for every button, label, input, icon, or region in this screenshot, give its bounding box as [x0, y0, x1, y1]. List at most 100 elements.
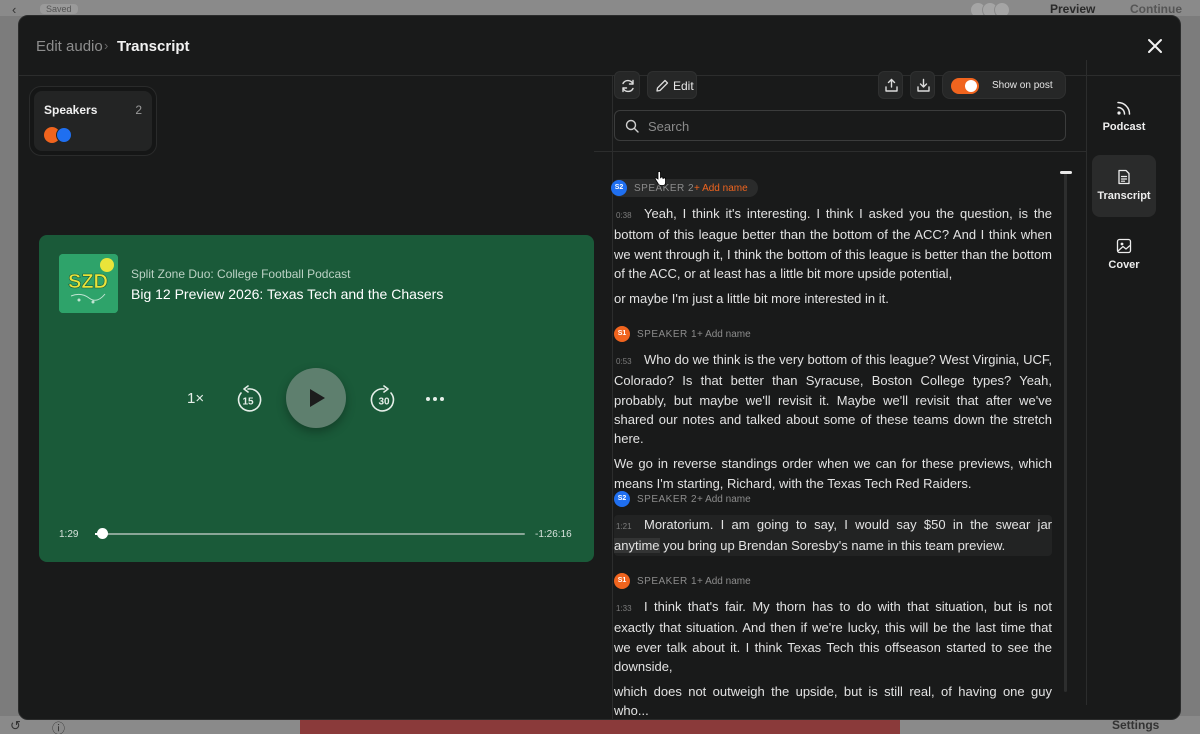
add-name-button[interactable]: + Add name	[697, 494, 751, 505]
play-button[interactable]	[286, 368, 346, 428]
download-button[interactable]	[910, 71, 935, 99]
episode-title: Big 12 Preview 2026: Texas Tech and the …	[131, 286, 444, 302]
progress-knob[interactable]	[97, 528, 109, 539]
transcript-paragraph[interactable]: 1:21 Moratorium. I am going to say, I wou…	[614, 515, 1052, 556]
continue-button: Continue	[1130, 2, 1182, 16]
upload-button[interactable]	[878, 71, 903, 99]
speaker-2-dot	[56, 127, 72, 143]
pencil-icon	[656, 79, 669, 92]
breadcrumb-separator-icon: ›	[104, 38, 109, 53]
svg-text:30: 30	[378, 397, 390, 408]
speaker-row: S1 SPEAKER 1 + Add name	[614, 325, 1052, 343]
speaker-badge: S1	[614, 573, 630, 589]
edit-button[interactable]: Edit	[647, 71, 697, 99]
transcript-paragraph[interactable]: which does not outweigh the upside, but …	[614, 682, 1052, 721]
timestamp[interactable]: 1:21	[614, 517, 640, 536]
remaining-time: -1:26:16	[535, 529, 572, 540]
toggle-knob	[965, 80, 977, 92]
rewind-15-icon: 15	[237, 385, 262, 412]
speaker-name[interactable]: SPEAKER 1	[637, 576, 697, 587]
progress-bar[interactable]	[95, 528, 525, 539]
highlighted-word[interactable]: anytime	[614, 538, 660, 554]
transcript-segment: S2 SPEAKER 2 + Add name 0:38 Yeah, I thin…	[611, 179, 1052, 308]
timestamp[interactable]: 0:53	[614, 352, 640, 371]
speaker-row: S1 SPEAKER 1 + Add name	[614, 572, 1052, 590]
svg-text:15: 15	[242, 397, 254, 408]
more-options-button[interactable]	[424, 390, 446, 408]
forward-30-icon: 30	[370, 385, 395, 412]
rewind-button[interactable]: 15	[233, 385, 263, 415]
scrollbar-thumb[interactable]	[1060, 171, 1072, 174]
speaker-name[interactable]: SPEAKER 1	[637, 329, 697, 340]
search-input[interactable]	[648, 117, 1048, 135]
transcript-paragraph[interactable]: 0:53 Who do we think is the very bottom o…	[614, 350, 1052, 448]
paragraph-text: Moratorium. I am going to say, I would s…	[644, 517, 1052, 532]
breadcrumb-edit-audio[interactable]: Edit audio	[36, 38, 103, 55]
hand-cursor-icon	[654, 171, 666, 186]
speaker-badge: S2	[611, 180, 627, 196]
background-header: ‹ Saved Preview Continue	[0, 0, 1200, 18]
paragraph-text: Who do we think is the very bottom of th…	[614, 352, 1052, 447]
show-on-post-control: Show on post	[942, 71, 1066, 99]
rail-label-podcast: Podcast	[1102, 121, 1146, 133]
collaborator-avatars	[970, 2, 1032, 18]
podcast-cover-art: SZD	[59, 254, 118, 313]
rail-label-cover: Cover	[1108, 259, 1140, 271]
refresh-icon	[622, 79, 634, 93]
search-box	[614, 110, 1066, 141]
preview-button: Preview	[1050, 2, 1096, 16]
paragraph-text: or maybe I'm just a little bit more inte…	[614, 291, 889, 307]
transcript-paragraph[interactable]: 0:38 Yeah, I think it's interesting. I th…	[614, 204, 1052, 283]
settings-button: Settings	[1112, 718, 1160, 732]
speakers-title: Speakers	[44, 103, 98, 117]
rail-item-podcast[interactable]: Podcast	[1092, 86, 1156, 148]
transcript-scrollbar[interactable]	[1064, 172, 1067, 692]
transcript-segment: S1 SPEAKER 1 + Add name 0:53 Who do we th…	[614, 325, 1052, 493]
timestamp[interactable]: 0:38	[614, 206, 640, 225]
sync-button[interactable]	[614, 71, 640, 99]
paragraph-text: which does not outweigh the upside, but …	[614, 684, 1052, 719]
transcript-segment: S1 SPEAKER 1 + Add name 1:33 I think that…	[614, 572, 1052, 721]
transcript-paragraph[interactable]: or maybe I'm just a little bit more inte…	[614, 289, 1052, 308]
download-icon	[917, 78, 930, 92]
rail-divider	[1086, 60, 1087, 705]
playback-speed-button[interactable]: 1×	[187, 390, 204, 407]
speakers-card[interactable]: Speakers 2	[29, 86, 157, 156]
forward-button[interactable]: 30	[369, 385, 399, 415]
add-name-button[interactable]: + Add name	[694, 183, 748, 194]
close-button[interactable]	[1143, 34, 1167, 58]
speaker-name[interactable]: SPEAKER 2	[637, 494, 697, 505]
speaker-row: S2 SPEAKER 2 + Add name	[614, 490, 1052, 508]
background-image	[300, 720, 900, 734]
more-dots-icon	[426, 397, 444, 401]
speaker-row: S2 SPEAKER 2 + Add name	[611, 179, 758, 197]
info-icon: ⓘ	[52, 721, 66, 734]
speaker-badge: S2	[614, 491, 630, 507]
speaker-badge: S1	[614, 326, 630, 342]
search-icon	[625, 119, 639, 133]
rss-icon	[1117, 101, 1131, 115]
add-name-button[interactable]: + Add name	[697, 329, 751, 340]
transcript-segment: S2 SPEAKER 2 + Add name 1:21 Moratorium. …	[614, 490, 1052, 556]
speakers-count: 2	[135, 103, 142, 117]
transcript-paragraph[interactable]: We go in reverse standings order when we…	[614, 454, 1052, 493]
add-name-button[interactable]: + Add name	[697, 576, 751, 587]
timestamp[interactable]: 1:33	[614, 599, 640, 618]
saved-badge: Saved	[40, 4, 78, 14]
podcast-name: Split Zone Duo: College Football Podcast	[131, 267, 351, 281]
show-on-post-label: Show on post	[992, 80, 1053, 91]
back-icon: ‹	[12, 2, 17, 17]
cover-art-text: SZD	[68, 271, 108, 293]
paragraph-text: you bring up Brendan Soresby's name in t…	[659, 538, 1006, 554]
rail-item-cover[interactable]: Cover	[1092, 224, 1156, 286]
show-on-post-toggle[interactable]	[951, 78, 979, 94]
transcript-paragraph[interactable]: 1:33 I think that's fair. My thorn has to…	[614, 597, 1052, 676]
document-icon	[1118, 169, 1130, 185]
audio-player: SZD Split Zone Duo: College Football Pod…	[39, 235, 594, 562]
play-icon	[310, 389, 325, 407]
rail-item-transcript[interactable]: Transcript	[1092, 155, 1156, 217]
paragraph-text: We go in reverse standings order when we…	[614, 456, 1052, 491]
modal-header: Edit audio › Transcript	[19, 16, 1180, 76]
cover-art-logo: SZD	[59, 254, 118, 313]
search-divider	[594, 151, 1086, 152]
